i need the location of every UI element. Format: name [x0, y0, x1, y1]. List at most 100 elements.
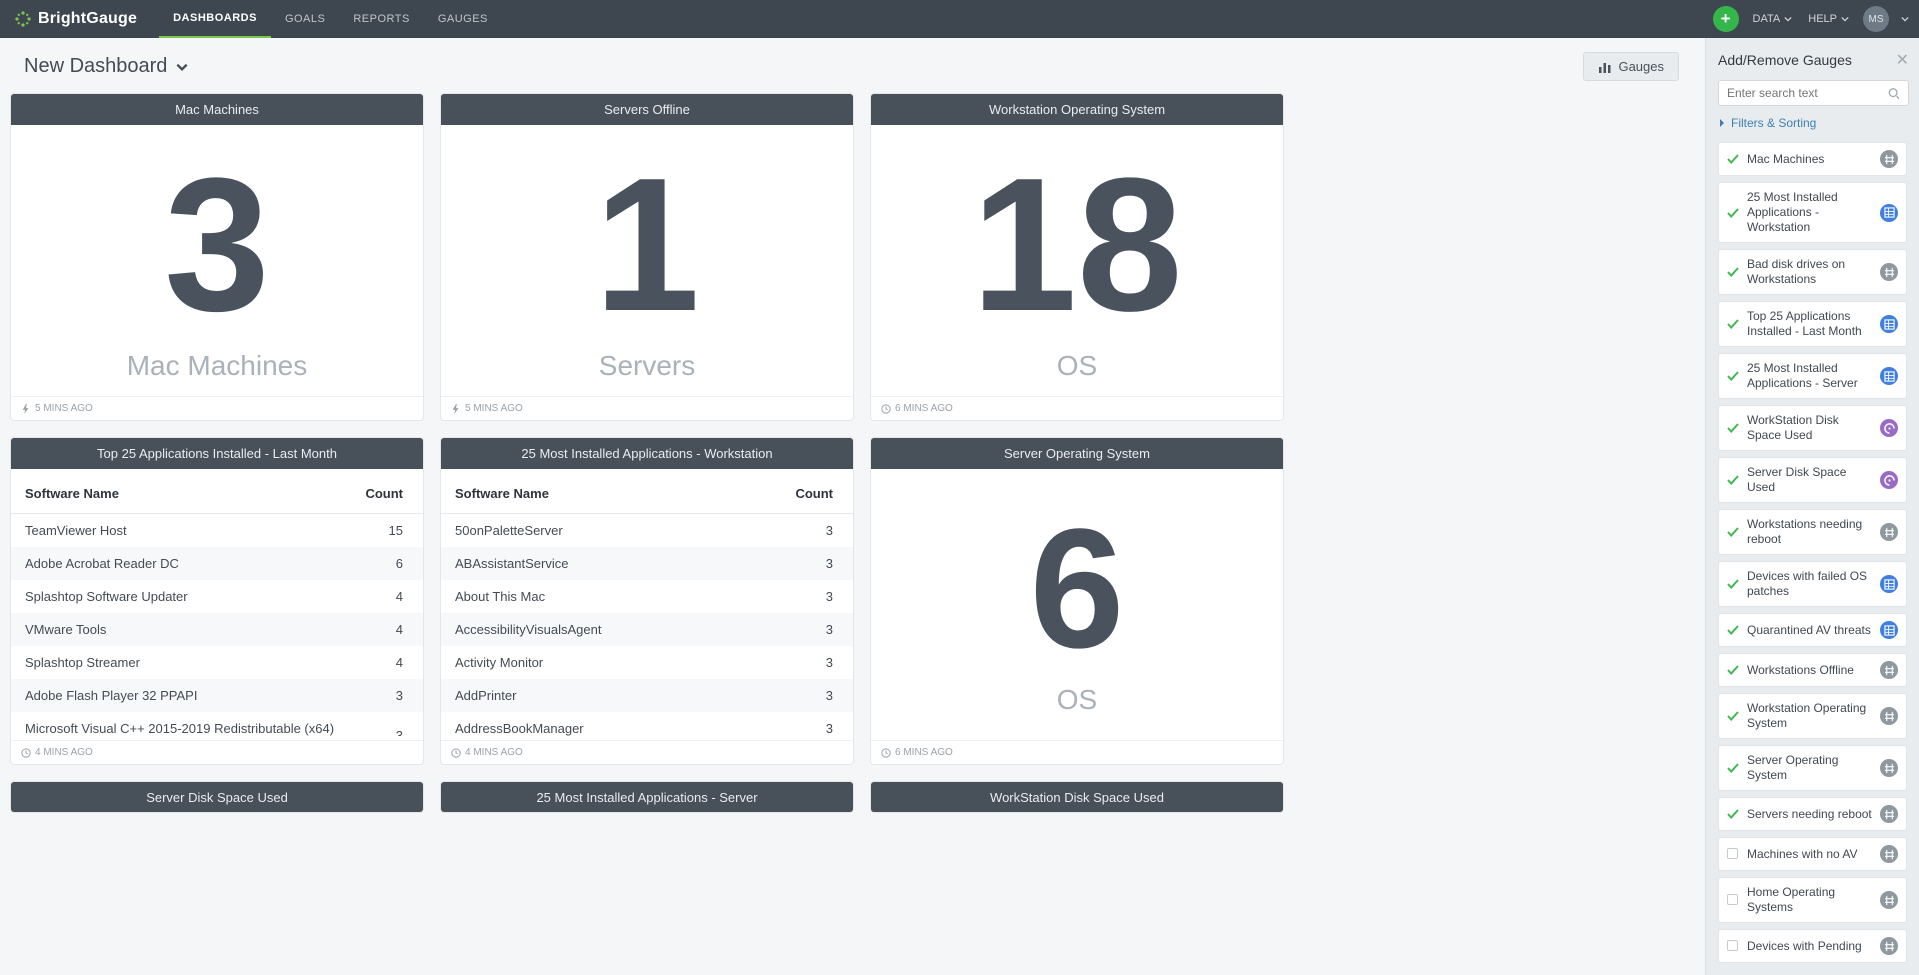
- gauge-item-label: 25 Most Installed Applications - Worksta…: [1747, 190, 1872, 235]
- col-count[interactable]: Count: [734, 474, 853, 514]
- page-title[interactable]: New Dashboard: [24, 55, 189, 78]
- gauge-list-item[interactable]: Quarantined AV threats: [1718, 613, 1907, 647]
- table-row[interactable]: ABAssistantService3: [441, 547, 853, 580]
- table-row[interactable]: Adobe Acrobat Reader DC6: [11, 547, 423, 580]
- card-title: 25 Most Installed Applications - Worksta…: [441, 438, 853, 469]
- card-server-os[interactable]: i Server Operating System 6 OS 6 MINS AG…: [870, 437, 1284, 765]
- gauge-list-item[interactable]: Machines with no AV: [1718, 837, 1907, 871]
- dashboard-board: New Dashboard Gauges Mac Machines 3 Mac …: [0, 38, 1705, 975]
- gauge-list-item[interactable]: Server Disk Space Used: [1718, 457, 1907, 503]
- checkmark-icon[interactable]: [1727, 318, 1739, 330]
- card-grid: Mac Machines 3 Mac Machines 5 MINS AGO S…: [10, 93, 1695, 813]
- col-software-name[interactable]: Software Name: [441, 474, 734, 514]
- table-row[interactable]: Activity Monitor3: [441, 646, 853, 679]
- data-menu[interactable]: DATA: [1751, 13, 1795, 25]
- add-button[interactable]: +: [1713, 6, 1739, 32]
- gauge-list-item[interactable]: Server Operating System: [1718, 745, 1907, 791]
- checkmark-icon[interactable]: [1727, 710, 1739, 722]
- card-workstation-disk[interactable]: WorkStation Disk Space Used: [870, 781, 1284, 813]
- nav-reports[interactable]: REPORTS: [339, 0, 423, 38]
- checkmark-icon[interactable]: [1727, 762, 1739, 774]
- card-workstation-os[interactable]: Workstation Operating System 18 OS 6 MIN…: [870, 93, 1284, 421]
- gauge-list-item[interactable]: Top 25 Applications Installed - Last Mon…: [1718, 301, 1907, 347]
- gauges-panel-button[interactable]: Gauges: [1583, 52, 1679, 81]
- checkbox-empty[interactable]: [1727, 940, 1739, 952]
- checkmark-icon[interactable]: [1727, 624, 1739, 636]
- checkmark-icon[interactable]: [1727, 207, 1739, 219]
- search-input[interactable]: [1727, 86, 1882, 100]
- gauge-item-label: Quarantined AV threats: [1747, 623, 1872, 638]
- gauge-list-item[interactable]: Devices with failed OS patches: [1718, 561, 1907, 607]
- checkmark-icon[interactable]: [1727, 664, 1739, 676]
- table-row[interactable]: 50onPaletteServer3: [441, 513, 853, 547]
- user-avatar[interactable]: MS: [1863, 6, 1889, 32]
- col-software-name[interactable]: Software Name: [11, 474, 351, 514]
- card-top25-apps[interactable]: Top 25 Applications Installed - Last Mon…: [10, 437, 424, 765]
- table-row[interactable]: VMware Tools4: [11, 613, 423, 646]
- brand-name: BrightGauge: [38, 10, 137, 28]
- checkmark-icon[interactable]: [1727, 266, 1739, 278]
- brightgauge-logo-icon: [14, 10, 32, 28]
- software-name-cell: AccessibilityVisualsAgent: [441, 613, 734, 646]
- clock-icon: [21, 748, 31, 758]
- gauge-list-item[interactable]: Mac Machines: [1718, 142, 1907, 176]
- table-row[interactable]: AddressBookManager3: [441, 712, 853, 736]
- table-row[interactable]: Microsoft Visual C++ 2015-2019 Redistrib…: [11, 712, 423, 736]
- filters-sorting-link[interactable]: Filters & Sorting: [1718, 116, 1909, 130]
- close-icon[interactable]: ✕: [1896, 50, 1909, 70]
- count-cell: 15: [351, 513, 423, 547]
- gauge-list-item[interactable]: 25 Most Installed Applications - Worksta…: [1718, 182, 1907, 243]
- table-row[interactable]: Splashtop Software Updater4: [11, 580, 423, 613]
- card-servers-offline[interactable]: Servers Offline 1 Servers 5 MINS AGO: [440, 93, 854, 421]
- gauge-list-item[interactable]: Home Operating Systems: [1718, 877, 1907, 923]
- gauge-type-badge-table: [1880, 575, 1898, 593]
- main: New Dashboard Gauges Mac Machines 3 Mac …: [0, 38, 1919, 975]
- card-most25-apps-ws[interactable]: 25 Most Installed Applications - Worksta…: [440, 437, 854, 765]
- checkmark-icon[interactable]: [1727, 474, 1739, 486]
- card-most25-apps-server[interactable]: 25 Most Installed Applications - Server: [440, 781, 854, 813]
- brand-logo[interactable]: BrightGauge: [14, 10, 137, 28]
- count-cell: 3: [734, 613, 853, 646]
- checkbox-empty[interactable]: [1727, 848, 1739, 860]
- checkmark-icon[interactable]: [1727, 808, 1739, 820]
- gauge-type-badge-disk: [1880, 471, 1898, 489]
- gauge-list-item[interactable]: WorkStation Disk Space Used: [1718, 405, 1907, 451]
- card-mac-machines[interactable]: Mac Machines 3 Mac Machines 5 MINS AGO: [10, 93, 424, 421]
- gauge-list-item[interactable]: 25 Most Installed Applications - Server: [1718, 353, 1907, 399]
- table-row[interactable]: Adobe Flash Player 32 PPAPI3: [11, 679, 423, 712]
- checkmark-icon[interactable]: [1727, 526, 1739, 538]
- nav-dashboards[interactable]: DASHBOARDS: [159, 0, 271, 38]
- gauge-item-label: Bad disk drives on Workstations: [1747, 257, 1872, 287]
- table-row[interactable]: About This Mac3: [441, 580, 853, 613]
- gauge-list-item[interactable]: Devices with Pending: [1718, 929, 1907, 963]
- checkmark-icon[interactable]: [1727, 370, 1739, 382]
- sidebar-search[interactable]: [1718, 80, 1909, 106]
- gauge-list-item[interactable]: Bad disk drives on Workstations: [1718, 249, 1907, 295]
- checkmark-icon[interactable]: [1727, 153, 1739, 165]
- gauge-type-badge-number: [1880, 661, 1898, 679]
- nav-gauges[interactable]: GAUGES: [424, 0, 502, 38]
- checkmark-icon[interactable]: [1727, 422, 1739, 434]
- card-footer: 5 MINS AGO: [11, 396, 423, 420]
- gauge-list-item[interactable]: Workstations needing reboot: [1718, 509, 1907, 555]
- gauge-list-item[interactable]: Servers needing reboot: [1718, 797, 1907, 831]
- search-icon: [1888, 87, 1900, 100]
- table-row[interactable]: AccessibilityVisualsAgent3: [441, 613, 853, 646]
- card-timestamp: 5 MINS AGO: [35, 403, 93, 414]
- checkbox-empty[interactable]: [1727, 894, 1739, 906]
- help-menu[interactable]: HELP: [1806, 13, 1851, 25]
- card-footer: 5 MINS AGO: [441, 396, 853, 420]
- card-server-disk[interactable]: Server Disk Space Used: [10, 781, 424, 813]
- chevron-down-icon[interactable]: [1901, 15, 1909, 23]
- nav-goals[interactable]: GOALS: [271, 0, 339, 38]
- card-title: Workstation Operating System: [871, 94, 1283, 125]
- table-row[interactable]: TeamViewer Host15: [11, 513, 423, 547]
- table-row[interactable]: AddPrinter3: [441, 679, 853, 712]
- table-row[interactable]: Splashtop Streamer4: [11, 646, 423, 679]
- apps-table: Software Name Count TeamViewer Host15Ado…: [11, 474, 423, 736]
- gauge-list-item[interactable]: Workstation Operating System: [1718, 693, 1907, 739]
- checkmark-icon[interactable]: [1727, 578, 1739, 590]
- gauge-list-item[interactable]: Workstations Offline: [1718, 653, 1907, 687]
- col-count[interactable]: Count: [351, 474, 423, 514]
- software-name-cell: TeamViewer Host: [11, 513, 351, 547]
